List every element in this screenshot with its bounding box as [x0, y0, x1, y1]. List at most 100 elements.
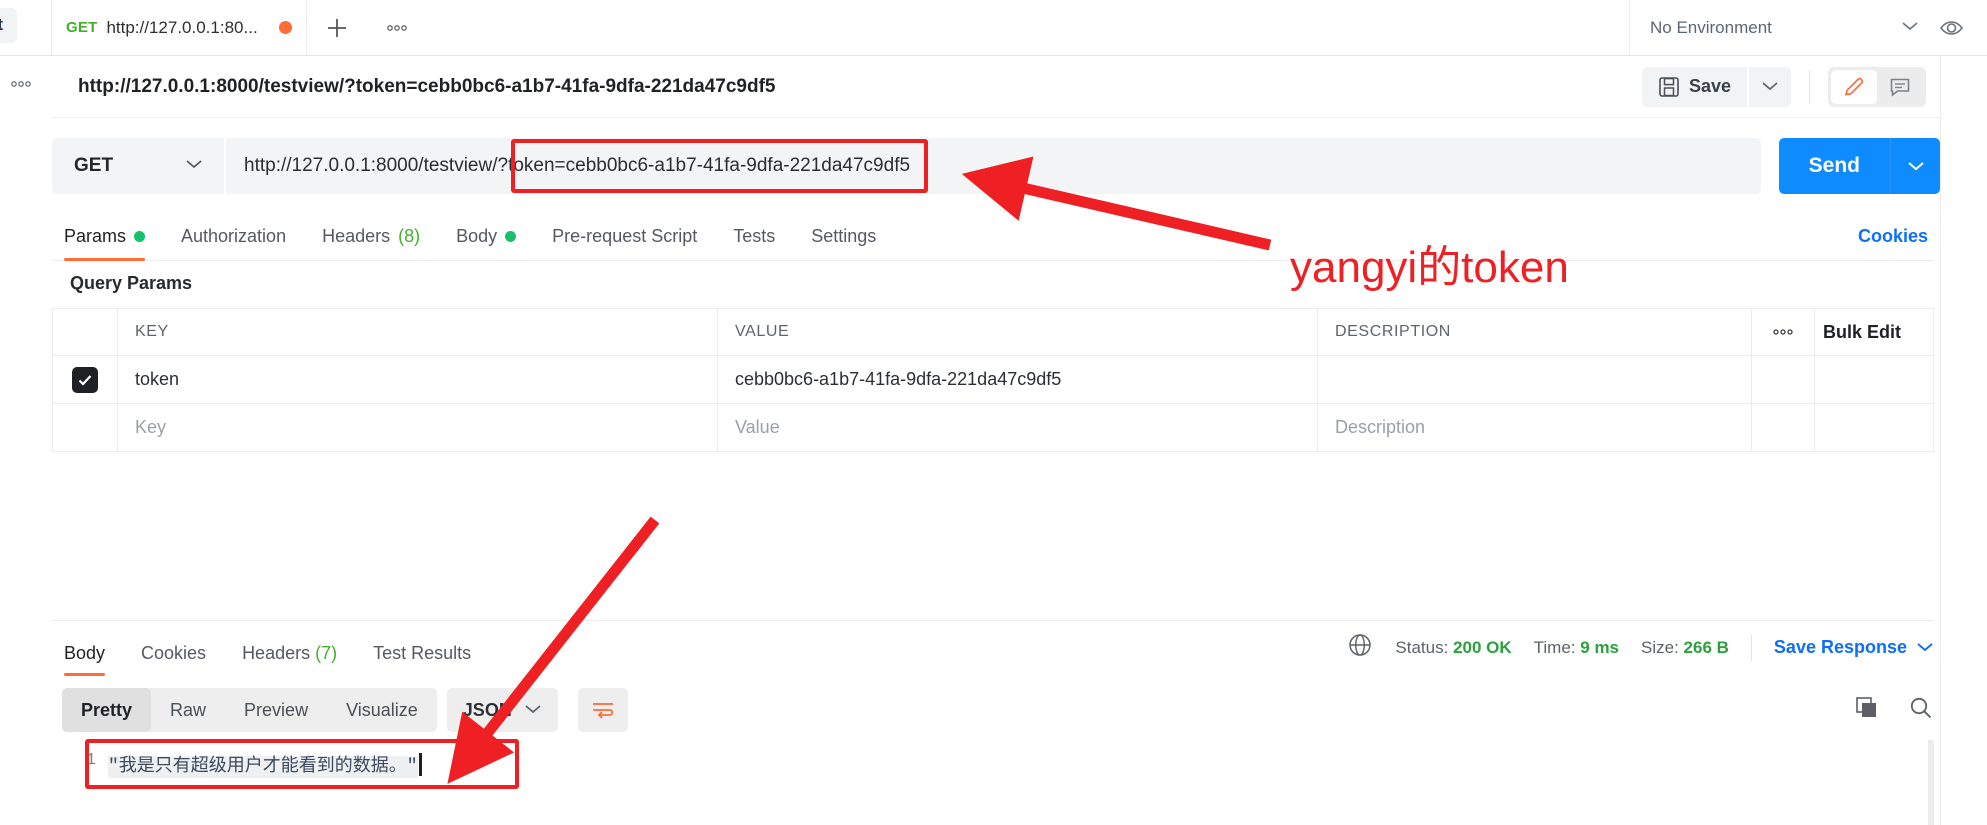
response-body-text: "我是只有超级用户才能看到的数据。" [108, 756, 418, 778]
save-response-button[interactable]: Save Response [1774, 637, 1934, 658]
column-header-key: KEY [135, 323, 169, 340]
send-button[interactable]: Send [1778, 138, 1890, 194]
response-status: Status: 200 OK [1395, 638, 1511, 658]
tab-body-label: Body [456, 226, 498, 246]
divider [1750, 634, 1752, 661]
bulk-edit-button[interactable]: Bulk Edit [1815, 309, 1933, 355]
tab-bar-more-button[interactable] [367, 0, 427, 55]
column-header-description: DESCRIPTION [1335, 323, 1451, 340]
url-input[interactable]: http://127.0.0.1:8000/testview/?token=ce… [226, 138, 1761, 194]
chevron-down-icon [1907, 161, 1924, 170]
time-value: 9 ms [1580, 637, 1620, 657]
word-wrap-icon [592, 703, 613, 719]
request-tab-bar: port GET http://127.0.0.1:80... No Envir… [0, 0, 1987, 56]
request-title: http://127.0.0.1:8000/testview/?token=ce… [78, 75, 776, 97]
send-options-button[interactable] [1890, 138, 1940, 194]
row-spacer-bulk-empty [1815, 404, 1933, 451]
tab-headers[interactable]: Headers (8) [304, 226, 438, 260]
tab-body[interactable]: Body [438, 226, 534, 260]
checkbox-checked-icon [72, 366, 98, 393]
save-button-group: Save [1641, 66, 1791, 107]
unsaved-changes-dot [279, 21, 292, 34]
row-enabled-checkbox-empty[interactable] [53, 404, 118, 451]
tab-pre-request-script[interactable]: Pre-request Script [534, 226, 715, 260]
import-button[interactable]: port [0, 8, 18, 43]
view-mode-raw[interactable]: Raw [151, 688, 225, 732]
status-value: 200 OK [1453, 637, 1512, 657]
save-button[interactable]: Save [1641, 66, 1747, 107]
row-enabled-checkbox[interactable] [53, 356, 118, 403]
view-mode-pretty[interactable]: Pretty [62, 688, 152, 732]
url-prefix-text: http://127.0.0.1:8000/testview/? [244, 155, 509, 176]
column-header-value: VALUE [735, 323, 790, 340]
copy-response-button[interactable] [1854, 695, 1880, 726]
new-tab-button[interactable] [307, 0, 367, 55]
response-tab-headers[interactable]: Headers (7) [224, 643, 355, 676]
search-response-button[interactable] [1908, 695, 1934, 726]
tab-params-label: Params [64, 226, 127, 246]
save-options-button[interactable] [1749, 66, 1791, 107]
tab-settings[interactable]: Settings [793, 226, 894, 260]
response-tab-body[interactable]: Body [52, 643, 123, 676]
sidebar-more-button[interactable] [8, 76, 34, 92]
open-request-tab[interactable]: GET http://127.0.0.1:80... [52, 0, 307, 55]
response-language-select[interactable]: JSON [446, 688, 558, 732]
time-label: Time: [1533, 637, 1576, 657]
response-tab-cookies[interactable]: Cookies [123, 643, 224, 676]
eye-icon [1940, 20, 1964, 35]
response-tab-test-results[interactable]: Test Results [355, 643, 489, 676]
ellipsis-icon [1773, 329, 1793, 335]
tab-authorization-label: Authorization [181, 226, 287, 246]
ellipsis-icon [387, 24, 407, 31]
right-rail [1940, 56, 1987, 825]
tab-tests[interactable]: Tests [715, 226, 793, 260]
tab-bar-spacer [427, 0, 1630, 55]
tab-authorization[interactable]: Authorization [163, 226, 304, 260]
tab-tests-label: Tests [733, 226, 776, 246]
http-method-value: GET [74, 155, 114, 176]
tab-params[interactable]: Params [52, 226, 163, 261]
new-row-value-input[interactable]: Value [735, 417, 780, 438]
row-value-input[interactable]: cebb0bc6-a1b7-41fa-9dfa-221da47c9df5 [735, 369, 1061, 390]
edit-request-button[interactable] [1831, 69, 1877, 104]
url-bar-row: GET http://127.0.0.1:8000/testview/?toke… [52, 135, 1987, 197]
new-row-description-input[interactable]: Description [1335, 417, 1425, 438]
row-spacer-dots [1752, 356, 1815, 403]
http-method-select[interactable]: GET [52, 138, 224, 194]
table-options-button[interactable] [1752, 309, 1815, 355]
request-header-actions: Save [1641, 66, 1987, 107]
globe-icon [1347, 632, 1373, 663]
view-mode-preview[interactable]: Preview [225, 688, 327, 732]
pencil-icon [1844, 77, 1864, 96]
line-number: 1 [85, 751, 96, 770]
comments-button[interactable] [1877, 70, 1923, 104]
text-caret [418, 753, 422, 776]
view-mode-visualize[interactable]: Visualize [327, 688, 437, 732]
toggle-word-wrap-button[interactable] [577, 688, 628, 732]
environment-quick-look-button[interactable] [1940, 0, 1987, 55]
save-response-label: Save Response [1773, 637, 1907, 657]
response-size: Size: 266 B [1641, 638, 1729, 658]
body-present-dot [505, 231, 517, 242]
response-body-editor[interactable]: 1 "我是只有超级用户才能看到的数据。" [62, 740, 1934, 825]
sidebar-edge: port [0, 0, 52, 55]
request-config-tabs: Params Authorization Headers (8) Body Pr… [52, 205, 1934, 261]
editor-scrollbar[interactable] [1928, 740, 1934, 825]
row-key-input[interactable]: token [135, 369, 179, 390]
search-icon [1910, 697, 1932, 718]
cookies-link[interactable]: Cookies [1858, 226, 1934, 260]
response-body-line[interactable]: "我是只有超级用户才能看到的数据。" [108, 740, 1934, 825]
send-button-group: Send [1778, 138, 1940, 194]
new-row-key-input[interactable]: Key [135, 417, 166, 438]
url-query-text: token=cebb0bc6-a1b7-41fa-9dfa-221da47c9d… [508, 155, 911, 176]
chevron-down-icon [184, 157, 204, 175]
response-meta: Status: 200 OK Time: 9 ms Size: 266 B Sa… [1347, 632, 1934, 676]
response-view-mode-group: Pretty Raw Preview Visualize [62, 688, 437, 732]
plus-icon [328, 18, 346, 37]
table-row[interactable]: token cebb0bc6-a1b7-41fa-9dfa-221da47c9d… [53, 356, 1933, 404]
tab-method-label: GET [66, 19, 98, 36]
table-row-empty[interactable]: Key Value Description [53, 404, 1933, 452]
environment-selector[interactable]: No Environment [1630, 0, 1940, 55]
row-spacer-dots-empty [1752, 404, 1815, 451]
floppy-disk-icon [1659, 76, 1679, 97]
